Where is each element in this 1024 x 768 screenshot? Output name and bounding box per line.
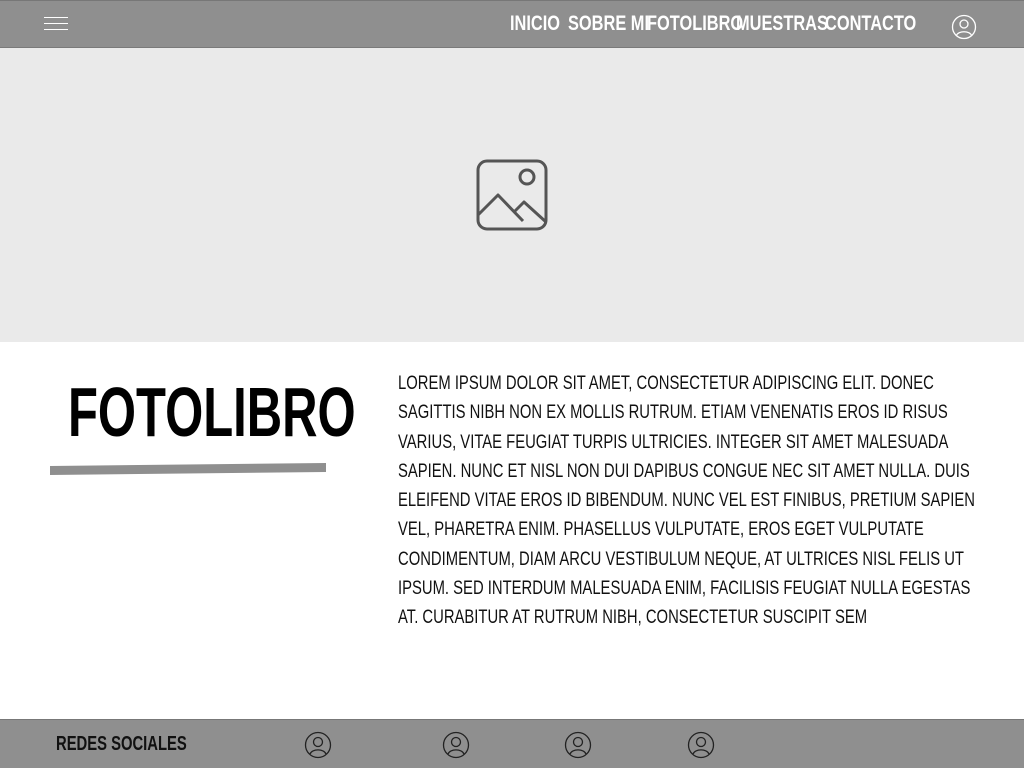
social-networks-label: REDES SOCIALES [56,733,187,755]
user-circle-icon[interactable] [564,731,592,759]
nav-link-inicio[interactable]: INICIO [510,12,560,36]
nav-link-sobre-mi[interactable]: SOBRE MI [568,12,649,36]
body-paragraph: LOREM IPSUM DOLOR SIT AMET, CONSECTETUR … [398,373,975,629]
user-circle-icon[interactable] [687,731,715,759]
hero-image-placeholder [0,48,1024,342]
title-underline [50,463,326,475]
nav-link-fotolibro[interactable]: FOTOLIBRO [647,12,743,36]
nav-link-muestras[interactable]: MUESTRAS [736,12,828,36]
user-circle-icon[interactable] [304,731,332,759]
image-placeholder-icon [476,159,548,231]
hamburger-menu-icon[interactable] [44,17,68,33]
top-navigation-bar: INICIO SOBRE MI FOTOLIBRO MUESTRAS CONTA… [0,0,1024,48]
footer-bar: REDES SOCIALES [0,719,1024,768]
page-title: FOTOLIBRO [68,373,356,451]
nav-link-contacto[interactable]: CONTACTO [825,12,916,36]
user-account-icon[interactable] [951,14,977,40]
user-circle-icon[interactable] [442,731,470,759]
